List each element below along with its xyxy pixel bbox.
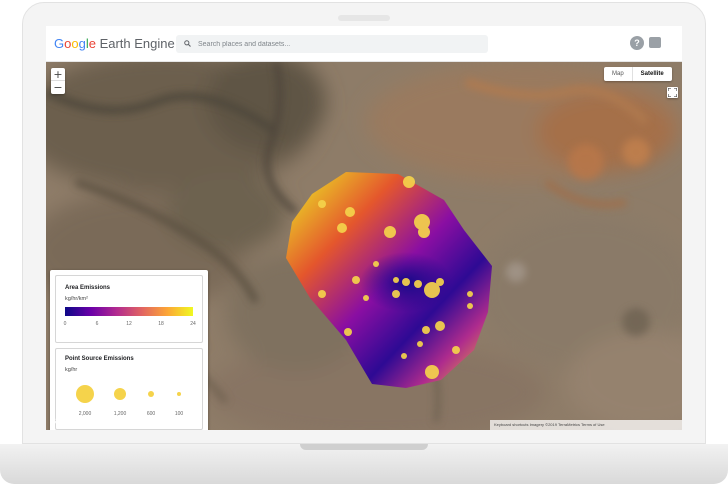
search-icon: [184, 40, 191, 47]
laptop-base: [0, 444, 728, 484]
map-type-satellite-button[interactable]: Satellite: [631, 67, 672, 81]
satellite-map[interactable]: + − Map Satellite Area Emissions kg/hr/k…: [46, 62, 682, 430]
ramp-tick: 24: [190, 321, 196, 327]
fullscreen-button[interactable]: [667, 87, 678, 98]
feedback-icon[interactable]: [649, 37, 661, 48]
ramp-tick: 18: [158, 321, 164, 327]
laptop-camera-notch: [338, 15, 390, 21]
map-type-control: Map Satellite: [604, 67, 672, 81]
zoom-control: + −: [51, 68, 65, 94]
app-logo[interactable]: Google Earth Engine: [54, 36, 175, 51]
map-type-map-button[interactable]: Map: [604, 67, 632, 81]
laptop-base-groove: [300, 444, 428, 450]
zoom-in-button[interactable]: +: [51, 68, 65, 81]
logo-letter: e: [88, 36, 96, 51]
ramp-tick: 12: [126, 321, 132, 327]
logo-letter: g: [78, 36, 86, 51]
point-size-label: 600: [146, 411, 156, 417]
area-emissions-unit: kg/hr/km²: [65, 296, 88, 302]
help-icon[interactable]: ?: [630, 36, 644, 50]
point-size-100: [177, 392, 181, 396]
app-header: Google Earth Engine ?: [46, 26, 682, 62]
ramp-tick: 6: [95, 321, 99, 327]
ramp-tick: 0: [63, 321, 67, 327]
area-emissions-title: Area Emissions: [65, 285, 111, 291]
logo-letter: o: [71, 36, 79, 51]
logo-letter: G: [54, 36, 65, 51]
color-ramp: [65, 307, 193, 316]
point-source-unit: kg/hr: [65, 367, 78, 373]
google-map-logo: Google: [50, 417, 78, 426]
search-input[interactable]: [176, 35, 488, 53]
point-size-label: 100: [174, 411, 184, 417]
screen: Google Earth Engine ?: [46, 26, 682, 430]
area-emissions-legend: Area Emissions kg/hr/km² 0 6 12 18 24: [55, 275, 203, 343]
map-legend: Area Emissions kg/hr/km² 0 6 12 18 24 Po…: [50, 270, 208, 430]
point-size-2000: [76, 385, 94, 403]
logo-suffix: Earth Engine: [95, 36, 175, 51]
point-source-title: Point Source Emissions: [65, 356, 134, 362]
point-size-label: 1,200: [113, 411, 127, 417]
zoom-out-button[interactable]: −: [51, 81, 65, 94]
point-size-600: [148, 391, 154, 397]
laptop-mockup: Google Earth Engine ?: [0, 0, 728, 490]
point-size-1200: [114, 388, 126, 400]
map-attribution[interactable]: Keyboard shortcuts Imagery ©2019 TerraMe…: [490, 420, 682, 430]
fullscreen-icon: [668, 88, 677, 97]
